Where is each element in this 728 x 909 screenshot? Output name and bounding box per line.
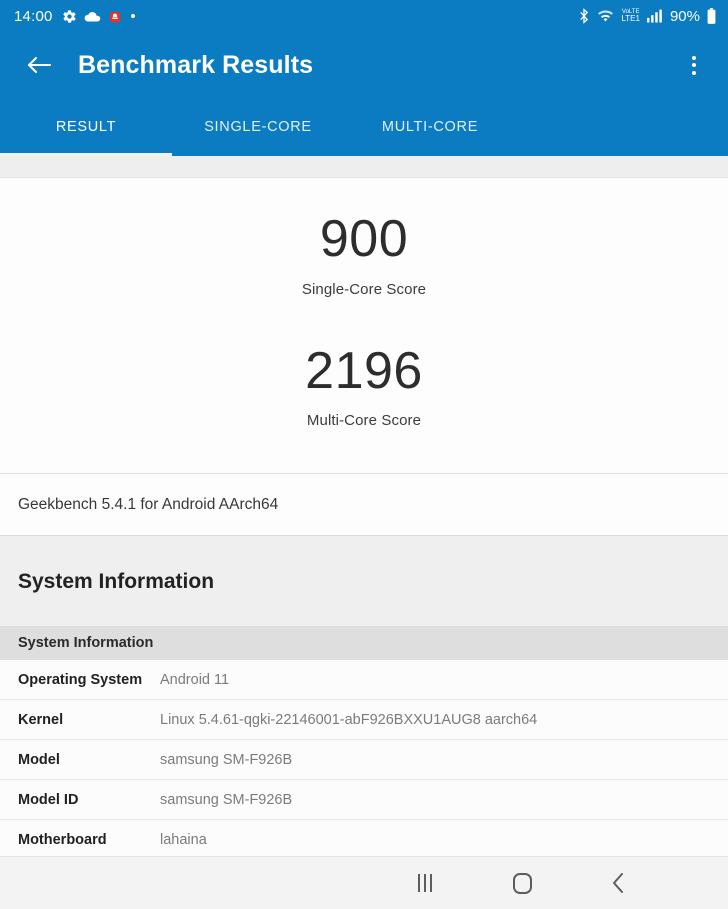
table-row: Model ID samsung SM-F926B (0, 780, 728, 821)
status-bar: 14:00 VoLTE LTE1 90% (0, 0, 728, 32)
table-row: Operating System Android 11 (0, 660, 728, 701)
tab-single-core[interactable]: SINGLE-CORE (172, 98, 344, 156)
tab-multi-core[interactable]: MULTI-CORE (344, 98, 516, 156)
app-bar: Benchmark Results (0, 32, 728, 98)
multi-core-score-block: 2196 Multi-Core Score (0, 341, 728, 430)
battery-icon (707, 8, 716, 24)
tab-bar: RESULT SINGLE-CORE MULTI-CORE (0, 98, 728, 156)
bluetooth-icon (578, 8, 590, 24)
row-key: Operating System (18, 671, 143, 688)
row-value: Linux 5.4.61-qgki-22146001-abF926BXXU1AU… (160, 711, 538, 728)
signal-bars-icon (646, 9, 662, 23)
lte1-label: LTE1 (621, 14, 640, 23)
single-core-score-label: Single-Core Score (301, 280, 427, 298)
table-row: Model samsung SM-F926B (0, 740, 728, 781)
system-information-table-header: System Information (0, 626, 728, 661)
wifi-icon (597, 9, 614, 23)
single-core-score-value: 900 (319, 210, 409, 268)
alarm-app-icon (108, 9, 122, 24)
score-card: 900 Single-Core Score 2196 Multi-Core Sc… (0, 178, 728, 475)
geekbench-version-row: Geekbench 5.4.1 for Android AArch64 (0, 474, 728, 537)
android-nav-bar (0, 856, 728, 909)
row-value: Android 11 (160, 671, 230, 688)
content-top-gap (0, 156, 728, 178)
row-value: samsung SM-F926B (160, 751, 293, 768)
tab-single-core-label: SINGLE-CORE (204, 119, 312, 135)
system-info-top-gap (0, 536, 728, 561)
status-bar-clock: 14:00 (14, 7, 53, 25)
row-value: lahaina (160, 831, 207, 848)
cloud-icon (84, 10, 101, 23)
volte-lte1-icon: VoLTE LTE1 (621, 9, 640, 23)
gear-icon (62, 9, 77, 24)
tab-result[interactable]: RESULT (0, 98, 172, 156)
score-card-bottom-pad (0, 429, 728, 473)
scroll-content[interactable]: 900 Single-Core Score 2196 Multi-Core Sc… (0, 156, 728, 856)
table-row: Motherboard lahaina (0, 820, 728, 856)
row-key: Model ID (18, 791, 79, 808)
status-bar-left: 14:00 (14, 8, 135, 25)
recents-icon[interactable] (395, 857, 455, 909)
battery-percent-label: 90% (669, 7, 700, 25)
row-key: Model (18, 751, 60, 768)
back-icon[interactable] (588, 857, 648, 909)
table-row: Kernel Linux 5.4.61-qgki-22146001-abF926… (0, 700, 728, 741)
phone-screen: 14:00 VoLTE LTE1 90% Benchmark Results R… (0, 0, 728, 909)
geekbench-version-label: Geekbench 5.4.1 for Android AArch64 (18, 495, 279, 513)
row-key: Kernel (18, 711, 64, 728)
status-bar-right: VoLTE LTE1 90% (578, 8, 716, 25)
tab-multi-core-label: MULTI-CORE (381, 119, 479, 135)
row-key: Motherboard (18, 831, 107, 848)
row-value: samsung SM-F926B (160, 791, 293, 808)
home-icon[interactable] (492, 857, 552, 909)
single-core-score-block: 900 Single-Core Score (0, 178, 728, 298)
system-info-heading-pad (0, 604, 728, 627)
multi-core-score-label: Multi-Core Score (306, 412, 422, 430)
score-spacer (0, 298, 728, 344)
tab-result-label: RESULT (55, 119, 117, 135)
back-arrow-icon[interactable] (22, 48, 56, 82)
multi-core-score-value: 2196 (305, 341, 423, 400)
system-information-heading: System Information (0, 560, 728, 605)
dot-indicator (130, 14, 135, 18)
page-title: Benchmark Results (78, 50, 314, 79)
overflow-menu-icon[interactable] (674, 45, 714, 85)
